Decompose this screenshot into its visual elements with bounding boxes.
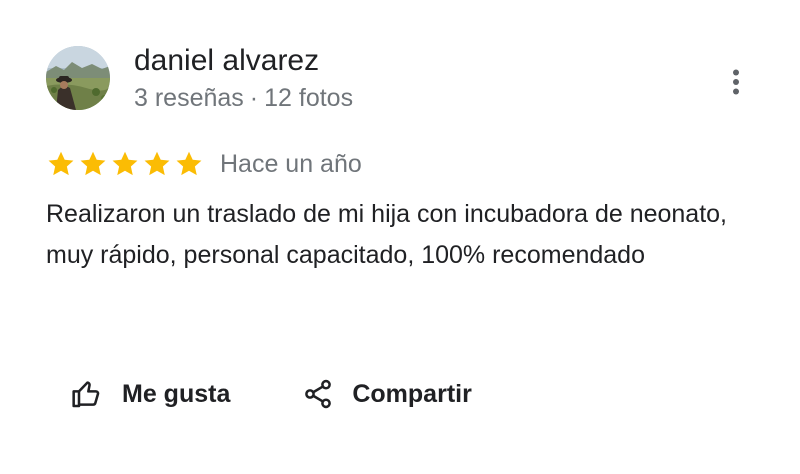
share-icon xyxy=(305,379,332,409)
author-name[interactable]: daniel alvarez xyxy=(134,42,319,80)
review-text: Realizaron un traslado de mi hija con in… xyxy=(46,200,728,269)
star-icon xyxy=(80,151,106,176)
more-options-button[interactable] xyxy=(716,60,756,104)
review-count: 3 reseñas xyxy=(134,84,244,112)
avatar[interactable] xyxy=(46,46,110,110)
review-actions: Me gusta Compartir xyxy=(70,372,472,416)
star-icon xyxy=(48,151,74,176)
review-date: Hace un año xyxy=(220,150,362,178)
star-rating xyxy=(46,149,204,179)
star-icon xyxy=(144,151,170,176)
like-label: Me gusta xyxy=(122,379,231,408)
like-button[interactable]: Me gusta xyxy=(70,378,230,410)
share-button[interactable]: Compartir xyxy=(302,378,472,410)
star-icon xyxy=(112,151,138,176)
review-card: daniel alvarez 3 reseñas · 12 fotos Hace u… xyxy=(0,0,800,474)
star-icon xyxy=(176,151,202,176)
author-meta: 3 reseñas · 12 fotos xyxy=(134,82,353,114)
photo-count: 12 fotos xyxy=(264,84,354,112)
rating-row: Hace un año xyxy=(46,146,362,182)
share-label: Compartir xyxy=(352,379,472,408)
thumbs-up-icon xyxy=(72,381,100,408)
avatar-photo xyxy=(46,46,110,110)
meta-separator: · xyxy=(249,84,259,112)
more-vertical-icon xyxy=(733,69,739,95)
